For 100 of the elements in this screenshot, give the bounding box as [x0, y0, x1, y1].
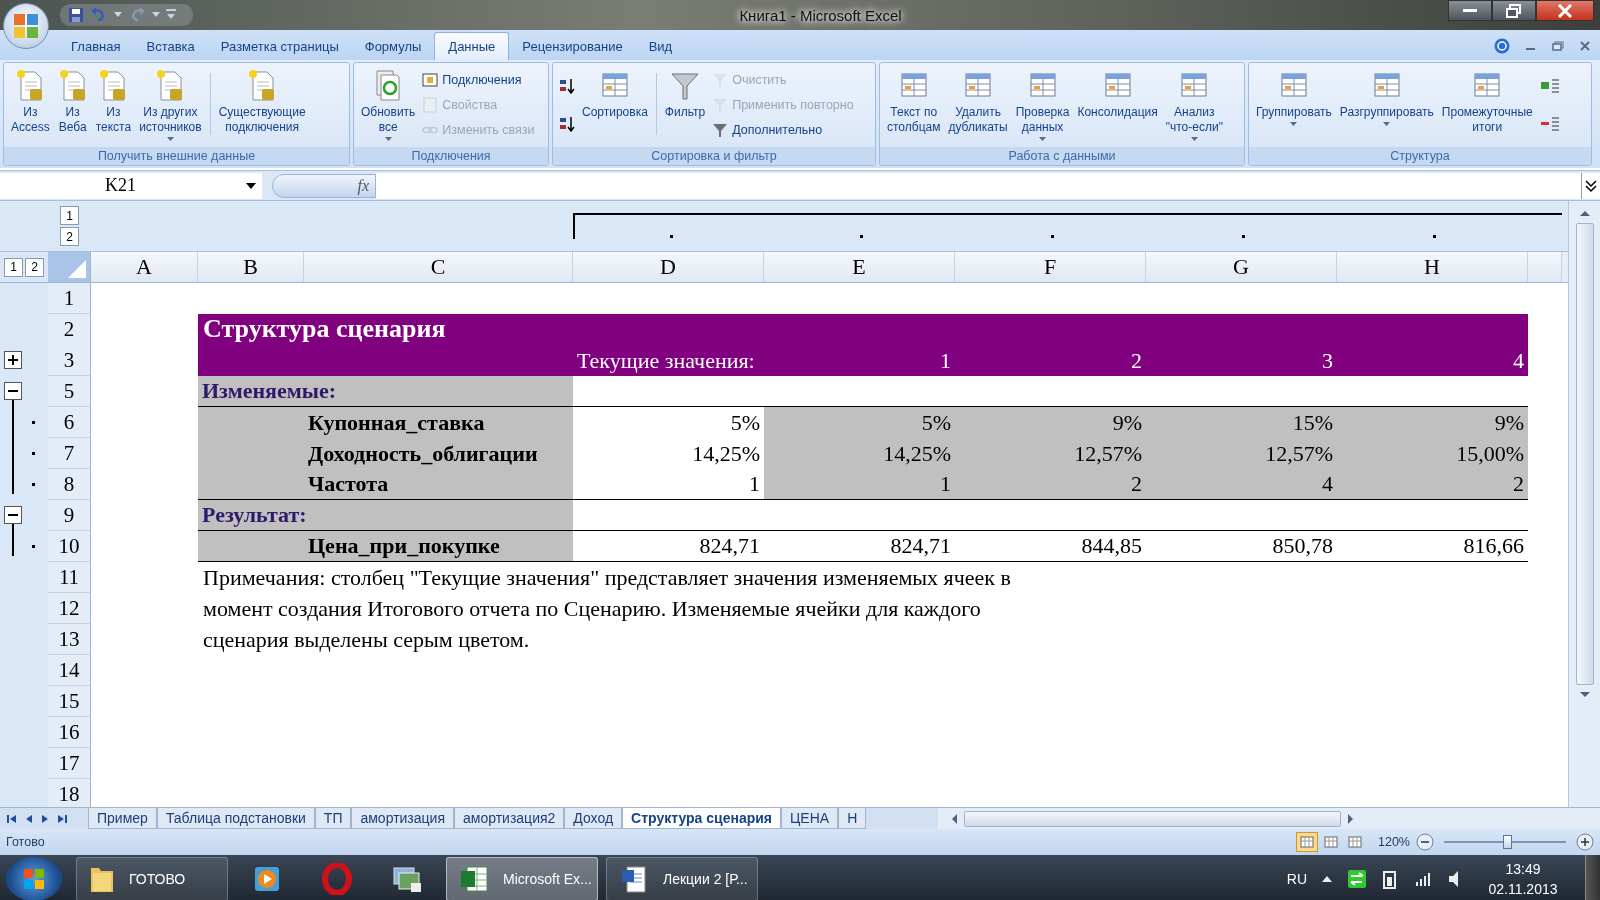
ribbon-tab[interactable]: Формулы: [351, 32, 435, 60]
ribbon-button[interactable]: Из текста: [92, 65, 135, 145]
previous-sheet-icon[interactable]: [24, 813, 34, 824]
scroll-thumb[interactable]: [964, 810, 1341, 827]
row-header[interactable]: 2: [48, 314, 91, 346]
ribbon-button[interactable]: Из других источников: [136, 65, 205, 145]
column-header[interactable]: E: [764, 252, 955, 282]
row-header[interactable]: 8: [48, 469, 91, 500]
ribbon-button[interactable]: Из Access: [8, 65, 53, 145]
sheet-tab[interactable]: ТП: [314, 808, 352, 829]
row-header[interactable]: 6: [48, 407, 91, 438]
ribbon-button[interactable]: Существующие подключения: [215, 65, 309, 145]
row-header[interactable]: 3: [48, 345, 91, 376]
close-icon[interactable]: [1580, 41, 1590, 51]
ribbon-tab[interactable]: Главная: [58, 32, 134, 60]
sheet-tab[interactable]: амортизация: [351, 808, 454, 829]
sheet-tab[interactable]: Таблица подстановки: [156, 808, 315, 829]
formula-input[interactable]: [376, 172, 1581, 199]
sheet-tab[interactable]: Н: [838, 808, 867, 829]
collapse-button[interactable]: [4, 506, 22, 524]
zoom-out-icon[interactable]: [1416, 833, 1434, 851]
expand-button[interactable]: [4, 351, 22, 369]
show-desktop-button[interactable]: [1585, 855, 1600, 900]
row-header[interactable]: 16: [48, 717, 91, 748]
ribbon-tab[interactable]: Вид: [635, 32, 686, 60]
ribbon-button[interactable]: Разгруппировать: [1336, 65, 1437, 145]
restore-icon[interactable]: [1552, 41, 1564, 51]
clock[interactable]: 13:49 02.11.2013: [1475, 859, 1571, 899]
next-sheet-icon[interactable]: [40, 813, 50, 824]
start-button[interactable]: [6, 857, 62, 900]
taskbar-button[interactable]: Microsoft Ex...: [446, 857, 598, 900]
ribbon-tab[interactable]: Разметка страницы: [207, 32, 352, 60]
row-header[interactable]: 10: [48, 531, 91, 562]
help-icon[interactable]: [1494, 38, 1510, 54]
up-arrow-icon[interactable]: [1321, 874, 1333, 884]
zoom-level[interactable]: 120%: [1378, 835, 1410, 849]
insert-function-button[interactable]: fx: [272, 173, 376, 198]
taskbar-button[interactable]: Лекции 2 [Р...: [606, 857, 758, 900]
ribbon-tab[interactable]: Вставка: [133, 32, 208, 60]
sheet-tab[interactable]: Доход: [564, 808, 623, 829]
row-header[interactable]: 5: [48, 376, 91, 407]
ribbon-button[interactable]: Подключения: [422, 68, 535, 91]
row-header[interactable]: 12: [48, 593, 91, 624]
horizontal-scrollbar[interactable]: [938, 808, 1600, 829]
ribbon-button[interactable]: Текст по столбцам: [884, 65, 944, 145]
column-header[interactable]: D: [573, 252, 764, 282]
caret-icon[interactable]: [114, 12, 122, 18]
ribbon-button[interactable]: Консолидация: [1074, 65, 1161, 145]
row-header[interactable]: 15: [48, 686, 91, 717]
scroll-thumb[interactable]: [1575, 223, 1594, 685]
caret-icon[interactable]: [152, 12, 160, 18]
save-icon[interactable]: [68, 7, 84, 23]
last-sheet-icon[interactable]: [56, 813, 68, 824]
ribbon-button[interactable]: Промежуточные итоги: [1438, 65, 1536, 145]
column-header[interactable]: H: [1337, 252, 1528, 282]
outline-level-button[interactable]: 1: [4, 257, 23, 277]
column-header[interactable]: G: [1146, 252, 1337, 282]
column-header[interactable]: B: [198, 252, 304, 282]
language-indicator[interactable]: RU: [1286, 871, 1307, 887]
zoom-in-icon[interactable]: [1576, 833, 1594, 851]
sheet-tab[interactable]: Пример: [88, 808, 157, 829]
column-header[interactable]: A: [91, 252, 198, 282]
taskbar-button[interactable]: ГОТОВО: [76, 857, 228, 900]
sheet-tab[interactable]: амортизация2: [454, 808, 565, 829]
ribbon-button[interactable]: Сортировка: [579, 65, 651, 145]
collapse-button[interactable]: [4, 382, 22, 400]
restore-button[interactable]: [1492, 0, 1536, 21]
ribbon-tab[interactable]: Рецензирование: [509, 32, 636, 60]
row-header[interactable]: 17: [48, 748, 91, 779]
ribbon-button[interactable]: Анализ "что-если": [1162, 65, 1226, 145]
outline-level-button[interactable]: 2: [25, 257, 44, 277]
view-button[interactable]: [1296, 832, 1318, 852]
expand-icon[interactable]: [1581, 172, 1600, 199]
row-header[interactable]: 7: [48, 438, 91, 469]
first-sheet-icon[interactable]: [6, 813, 18, 824]
row-header[interactable]: 13: [48, 624, 91, 655]
close-button[interactable]: [1536, 0, 1594, 21]
vertical-scrollbar[interactable]: [1568, 201, 1600, 807]
row-header[interactable]: 18: [48, 779, 91, 807]
sheet-tab[interactable]: ЦЕНА: [781, 808, 839, 829]
network-icon[interactable]: [1347, 869, 1367, 889]
outline-level-button[interactable]: 1: [60, 206, 79, 225]
row-header[interactable]: 14: [48, 655, 91, 686]
column-header[interactable]: F: [955, 252, 1146, 282]
column-header[interactable]: C: [304, 252, 573, 282]
sheet-tab[interactable]: Структура сценария: [622, 808, 781, 829]
customize-icon[interactable]: [166, 9, 176, 21]
ribbon-button[interactable]: Группировать: [1253, 65, 1335, 145]
speaker-icon[interactable]: [1447, 870, 1461, 888]
ribbon-button[interactable]: Проверка данных: [1012, 65, 1073, 145]
ribbon-button[interactable]: Дополнительно: [712, 119, 854, 142]
outline-level-button[interactable]: 2: [60, 227, 79, 246]
name-box[interactable]: K21: [0, 172, 262, 199]
ribbon-button[interactable]: Обновить все: [358, 65, 419, 145]
row-header[interactable]: 11: [48, 562, 91, 593]
ribbon-button[interactable]: Из Веба: [54, 65, 91, 145]
slider-thumb[interactable]: [1503, 835, 1513, 849]
minimize-button[interactable]: [1448, 0, 1492, 21]
ribbon-button[interactable]: Фильтр: [661, 65, 709, 145]
row-header[interactable]: 1: [48, 283, 91, 314]
